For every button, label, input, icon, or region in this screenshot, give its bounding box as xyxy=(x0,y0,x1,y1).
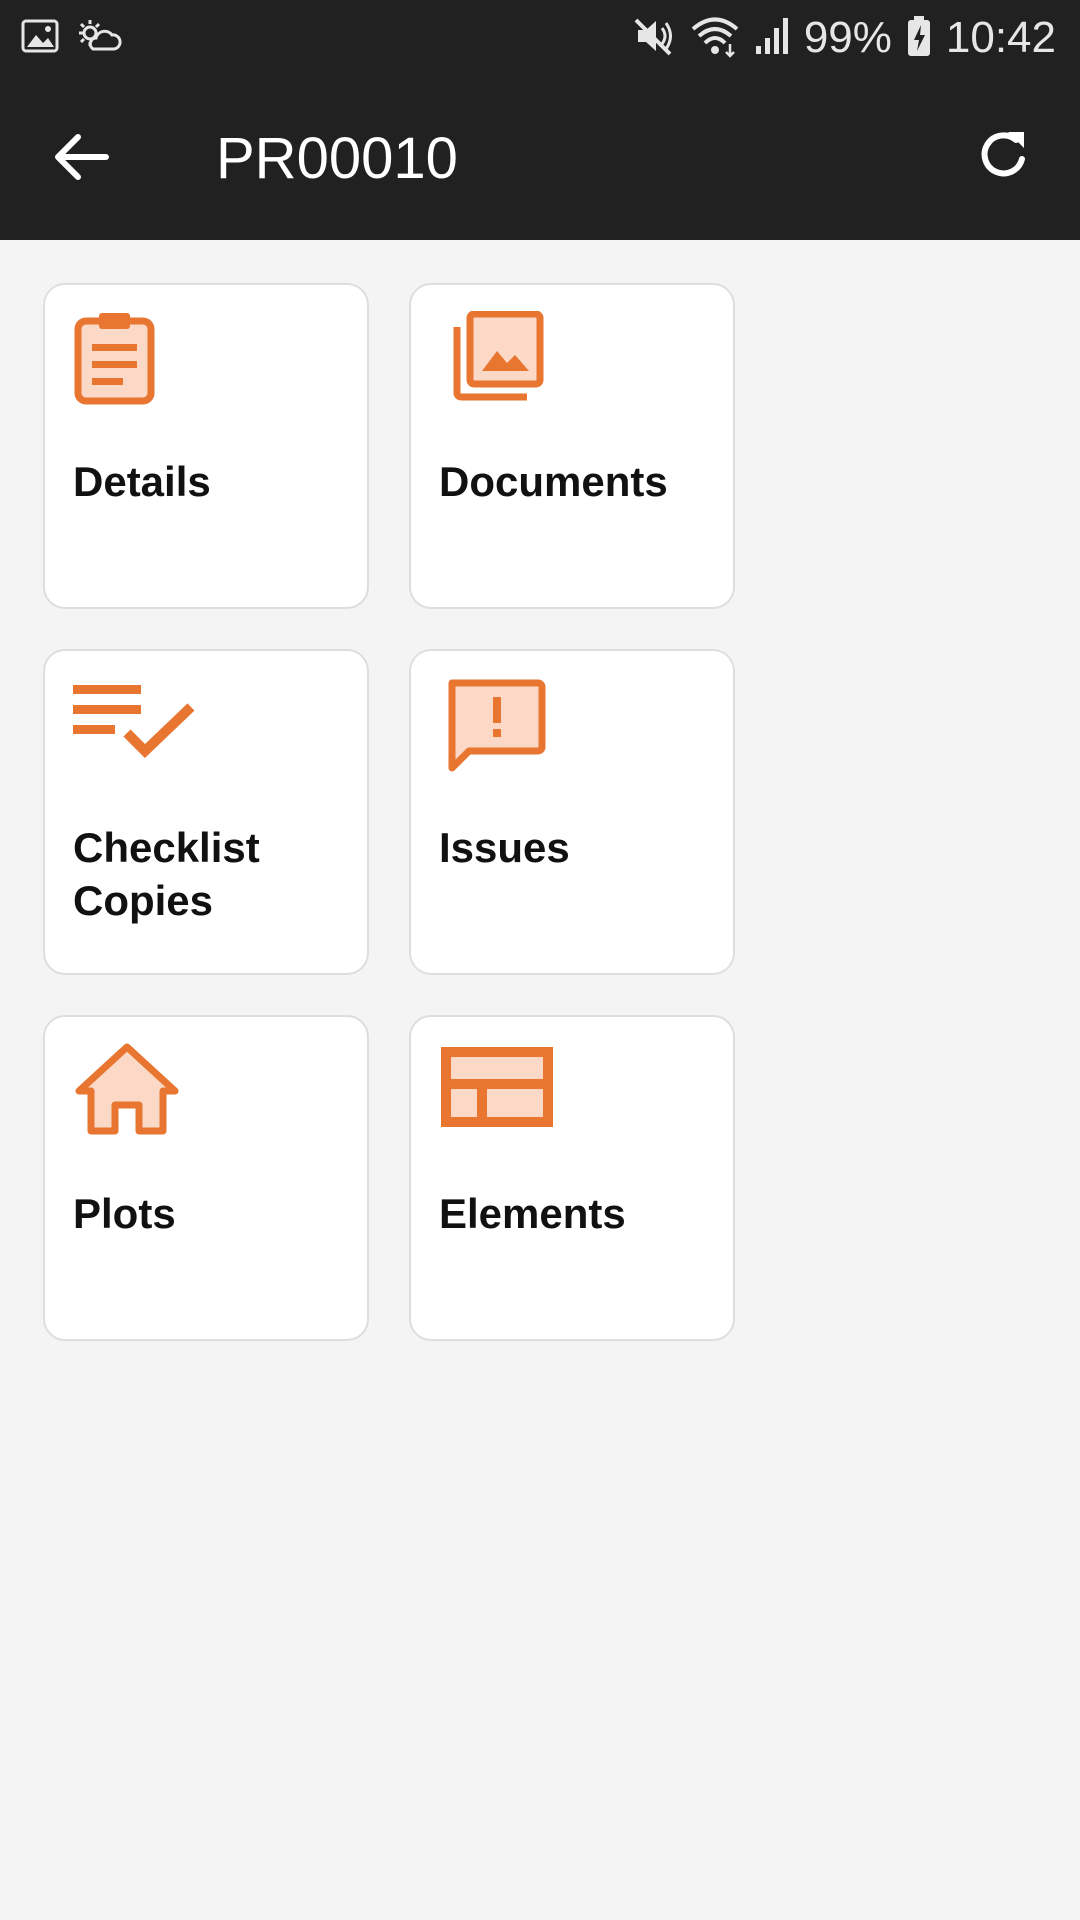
status-left xyxy=(20,16,122,61)
status-right: 99% 10:42 xyxy=(632,10,1056,66)
photo-library-icon xyxy=(453,311,544,401)
wifi-icon xyxy=(690,14,740,63)
tile-elements[interactable]: Elements xyxy=(409,1015,735,1341)
clock: 10:42 xyxy=(945,13,1056,62)
tile-label: Details xyxy=(73,458,211,505)
tile-label: Elements xyxy=(439,1190,626,1237)
arrow-left-icon xyxy=(55,134,109,180)
app-bar: PR00010 xyxy=(0,75,1080,240)
back-button[interactable] xyxy=(50,125,114,189)
tile-label: Plots xyxy=(73,1190,176,1237)
tile-label: Issues xyxy=(439,824,570,871)
layout-icon xyxy=(441,1047,553,1127)
tile-details[interactable]: Details xyxy=(43,283,369,609)
refresh-button[interactable] xyxy=(972,123,1036,187)
tile-issues[interactable]: Issues xyxy=(409,649,735,975)
tile-label: Checklist Copies xyxy=(73,824,260,924)
page-title: PR00010 xyxy=(216,126,458,191)
tile-checklist-copies[interactable]: Checklist Copies xyxy=(43,649,369,975)
weather-notification-icon xyxy=(76,16,122,61)
tile-documents[interactable]: Documents xyxy=(409,283,735,609)
clipboard-icon xyxy=(74,313,155,405)
status-bar: 99% 10:42 xyxy=(0,0,1080,75)
house-icon xyxy=(75,1043,179,1135)
refresh-icon xyxy=(981,132,1025,177)
mute-icon xyxy=(632,14,676,63)
tile-plots[interactable]: Plots xyxy=(43,1015,369,1341)
alert-message-icon xyxy=(448,679,546,772)
gallery-notification-icon xyxy=(20,16,60,61)
signal-icon xyxy=(754,14,790,63)
tile-label: Documents xyxy=(439,458,668,505)
battery-charging-icon xyxy=(906,14,932,63)
checklist-icon xyxy=(73,685,195,758)
battery-percent: 99% xyxy=(803,13,892,62)
